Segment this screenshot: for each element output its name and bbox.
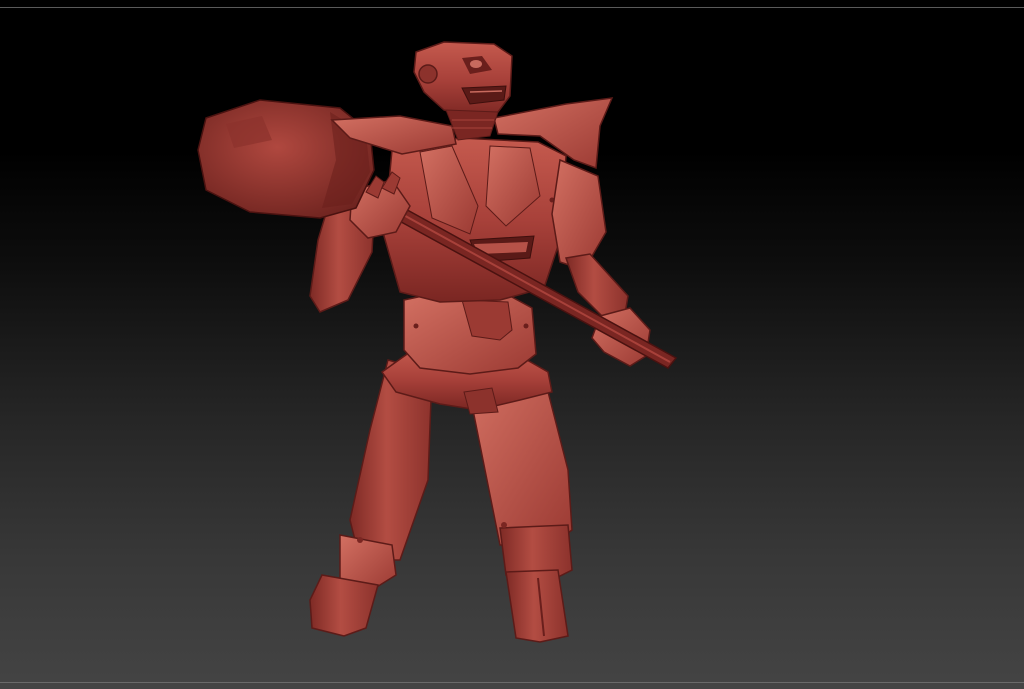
- sculpt-model[interactable]: [0, 0, 1024, 689]
- sculpt-viewport[interactable]: [0, 0, 1024, 689]
- hammer-head: [197, 99, 375, 219]
- viewport-bottom-border: [0, 682, 1024, 683]
- left-leg: [309, 359, 433, 637]
- right-leg: [469, 379, 573, 643]
- abdomen: [403, 293, 537, 375]
